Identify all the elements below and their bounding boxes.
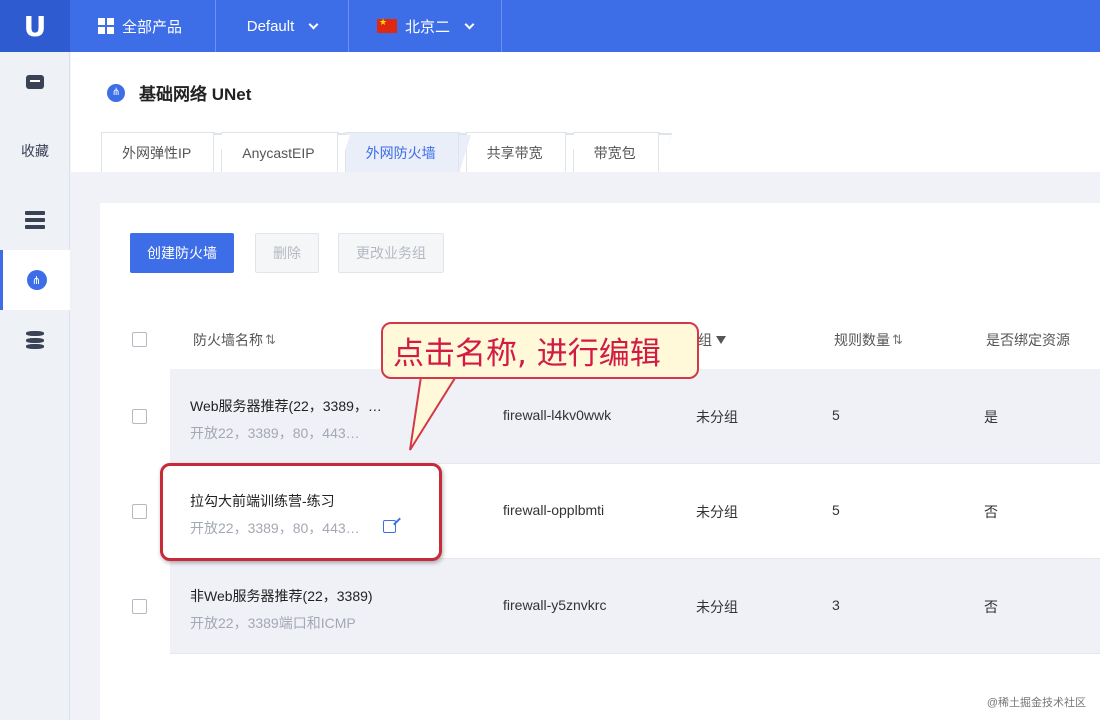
brand-logo[interactable]: U — [0, 0, 70, 52]
row-checkbox[interactable] — [132, 409, 147, 424]
row-checkbox[interactable] — [132, 504, 147, 519]
top-navbar: U 全部产品 Default 北京二 — [0, 0, 1100, 52]
tab-anycast-eip[interactable]: AnycastEIP — [221, 132, 352, 173]
firewall-id: firewall-l4kv0wwk — [503, 407, 612, 423]
change-group-button[interactable]: 更改业务组 — [338, 233, 444, 273]
bound-status: 否 — [984, 599, 998, 615]
firewall-description: 开放22，3389端口和ICMP — [190, 615, 356, 631]
database-icon — [26, 331, 44, 349]
chevron-down-icon — [308, 19, 319, 29]
page-title: ⋔ 基础网络 UNet — [107, 80, 251, 105]
region-selector[interactable]: 北京二 — [349, 0, 503, 52]
bound-status: 否 — [984, 504, 998, 520]
grid-icon — [98, 18, 114, 34]
firewall-name-link[interactable]: Web服务器推荐(22，3389，… — [190, 396, 382, 416]
sidebar-item-network[interactable]: ⋔ — [0, 250, 70, 310]
select-all-checkbox[interactable] — [132, 332, 147, 347]
row-checkbox[interactable] — [132, 599, 147, 614]
filter-icon — [716, 336, 726, 344]
network-icon: ⋔ — [107, 83, 125, 102]
project-selector[interactable]: Default — [216, 0, 349, 52]
all-products-label: 全部产品 — [122, 18, 183, 36]
sidebar-item-messages[interactable] — [0, 52, 70, 112]
page-title-text: 基础网络 UNet — [139, 85, 252, 104]
chevron-down-icon — [464, 19, 475, 29]
sidebar: 收藏 ⋔ — [0, 52, 70, 720]
tab-bar: 外网弹性IP AnycastEIP 外网防火墙 共享带宽 带宽包 — [101, 132, 672, 173]
firewall-name-link[interactable]: 非Web服务器推荐(22，3389) — [190, 586, 373, 606]
message-icon — [26, 75, 44, 89]
firewall-id: firewall-opplbmti — [503, 502, 605, 518]
column-rules[interactable]: 规则数量 ⇅ — [834, 330, 903, 350]
sort-icon: ⇅ — [265, 332, 276, 347]
highlight-box — [160, 463, 442, 561]
network-icon: ⋔ — [26, 270, 47, 290]
column-rules-label: 规则数量 — [834, 332, 890, 348]
rule-count: 5 — [832, 502, 840, 518]
tab-firewall[interactable]: 外网防火墙 — [344, 132, 472, 173]
project-label: Default — [246, 17, 295, 35]
all-products-menu[interactable]: 全部产品 — [70, 0, 216, 52]
server-list-icon — [25, 211, 45, 229]
business-group: 未分组 — [696, 504, 738, 520]
tab-eip[interactable]: 外网弹性IP — [101, 132, 228, 173]
business-group: 未分组 — [696, 409, 738, 425]
china-flag-icon — [377, 17, 397, 33]
rule-count: 3 — [832, 597, 840, 613]
sidebar-item-database[interactable] — [0, 310, 70, 370]
sort-icon: ⇅ — [892, 332, 903, 347]
table-row: Web服务器推荐(22，3389，… 开放22，3389，80，443… fir… — [132, 369, 1100, 464]
tab-shared-bandwidth[interactable]: 共享带宽 — [465, 132, 579, 173]
firewall-description: 开放22，3389，80，443… — [190, 425, 360, 441]
bound-status: 是 — [984, 409, 998, 425]
firewall-panel: 创建防火墙 删除 更改业务组 防火墙名称 ⇅ 业务组 规则数量 ⇅ 是否绑定资源… — [100, 203, 1100, 720]
column-name[interactable]: 防火墙名称 ⇅ — [193, 330, 276, 350]
business-group: 未分组 — [696, 599, 738, 615]
firewall-id: firewall-y5znvkrc — [503, 597, 607, 613]
sidebar-item-list[interactable] — [0, 190, 70, 250]
annotation-callout: 点击名称, 进行编辑 — [381, 322, 699, 379]
watermark: @稀土掘金技术社区 — [986, 697, 1086, 709]
column-bound: 是否绑定资源 — [986, 330, 1070, 350]
create-firewall-button[interactable]: 创建防火墙 — [130, 233, 234, 273]
delete-button[interactable]: 删除 — [255, 233, 319, 273]
column-name-label: 防火墙名称 — [193, 332, 263, 348]
page-header: ⋔ 基础网络 UNet 外网弹性IP AnycastEIP 外网防火墙 共享带宽… — [71, 52, 1100, 173]
tab-bandwidth-package[interactable]: 带宽包 — [572, 132, 672, 173]
callout-pointer — [409, 370, 462, 451]
sidebar-item-favorites[interactable]: 收藏 — [0, 112, 70, 190]
table-row: 非Web服务器推荐(22，3389) 开放22，3389端口和ICMP fire… — [132, 559, 1100, 654]
rule-count: 5 — [832, 407, 840, 423]
column-bound-label: 是否绑定资源 — [986, 332, 1070, 348]
region-label: 北京二 — [405, 18, 451, 36]
